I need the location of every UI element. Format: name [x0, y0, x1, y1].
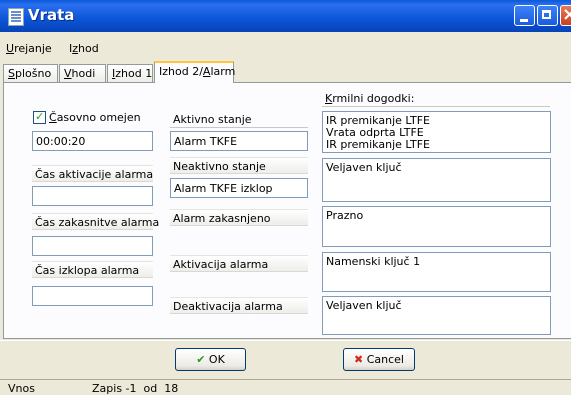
minimize-button[interactable]: [514, 5, 535, 26]
timed-checkbox[interactable]: [33, 110, 46, 124]
checkmark-icon: ✔: [196, 353, 206, 366]
maximize-button[interactable]: [537, 5, 558, 26]
ok-button-label: OK: [208, 353, 225, 366]
tab-izhod-2-alarm[interactable]: Izhod 2/Alarm: [154, 61, 235, 83]
list-item: Namenski ključ 1: [326, 255, 421, 268]
list-item: Veljaven ključ: [326, 161, 402, 174]
alarm-delayed-label: Alarm zakasnjeno: [170, 209, 308, 226]
button-bar: [0, 340, 571, 379]
list-item: IR premikanje LTFE: [326, 138, 431, 151]
activation-time-field[interactable]: [32, 186, 153, 206]
list-item: Veljaven ključ: [326, 299, 402, 312]
ok-button[interactable]: ✔ OK: [175, 348, 246, 371]
window-title: Vrata: [28, 6, 75, 24]
deactivation-events-list[interactable]: Veljaven ključ: [322, 296, 551, 335]
inactive-events-list[interactable]: Veljaven ključ: [322, 158, 551, 202]
shutoff-time-field[interactable]: [32, 286, 153, 306]
cross-icon: ✖: [354, 353, 364, 366]
menu-urejanje[interactable]: Urejanje: [6, 42, 52, 55]
inactive-state-label: Neaktivno stanje: [170, 157, 308, 174]
tab-splosno[interactable]: Splošno: [3, 64, 58, 84]
status-record: Zapis -1 od 18: [92, 382, 179, 395]
shutoff-time-label: Čas izklopa alarma: [32, 261, 153, 278]
active-state-field[interactable]: Alarm TKFE: [170, 131, 308, 151]
tab-izhod-1[interactable]: Izhod 1: [107, 64, 153, 84]
tab-vhodi[interactable]: Vhodi: [59, 64, 106, 84]
delayed-events-list[interactable]: Prazno: [322, 206, 551, 247]
close-button[interactable]: [560, 4, 571, 26]
alarm-activation-label: Aktivacija alarma: [170, 255, 308, 272]
active-events-list[interactable]: IR premikanje LTFE Vrata odprta LTFE IR …: [322, 111, 551, 153]
alarm-deactivation-label: Deaktivacija alarma: [170, 297, 308, 314]
timed-value-field[interactable]: 00:00:20: [32, 131, 153, 151]
delay-time-field[interactable]: [32, 236, 153, 256]
activation-events-list[interactable]: Namenski ključ 1: [322, 252, 551, 292]
form-icon: [8, 8, 24, 26]
status-bar: Vnos Zapis -1 od 18: [0, 379, 571, 395]
status-mode: Vnos: [8, 382, 35, 395]
menu-izhod[interactable]: Izhod: [69, 42, 99, 55]
cancel-button[interactable]: ✖ Cancel: [343, 348, 415, 371]
timed-label: Časovno omejen: [49, 111, 141, 124]
active-state-label: Aktivno stanje: [170, 111, 308, 128]
list-item: Prazno: [326, 209, 364, 222]
activation-time-label: Čas aktivacije alarma: [32, 165, 153, 182]
title-bar: Vrata: [0, 0, 571, 32]
cancel-button-label: Cancel: [366, 353, 404, 366]
inactive-state-field[interactable]: Alarm TKFE izklop: [170, 178, 308, 198]
delay-time-label: Čas zakasnitve alarma: [32, 213, 159, 230]
control-events-header: Krmilni dogodki:: [322, 90, 550, 107]
